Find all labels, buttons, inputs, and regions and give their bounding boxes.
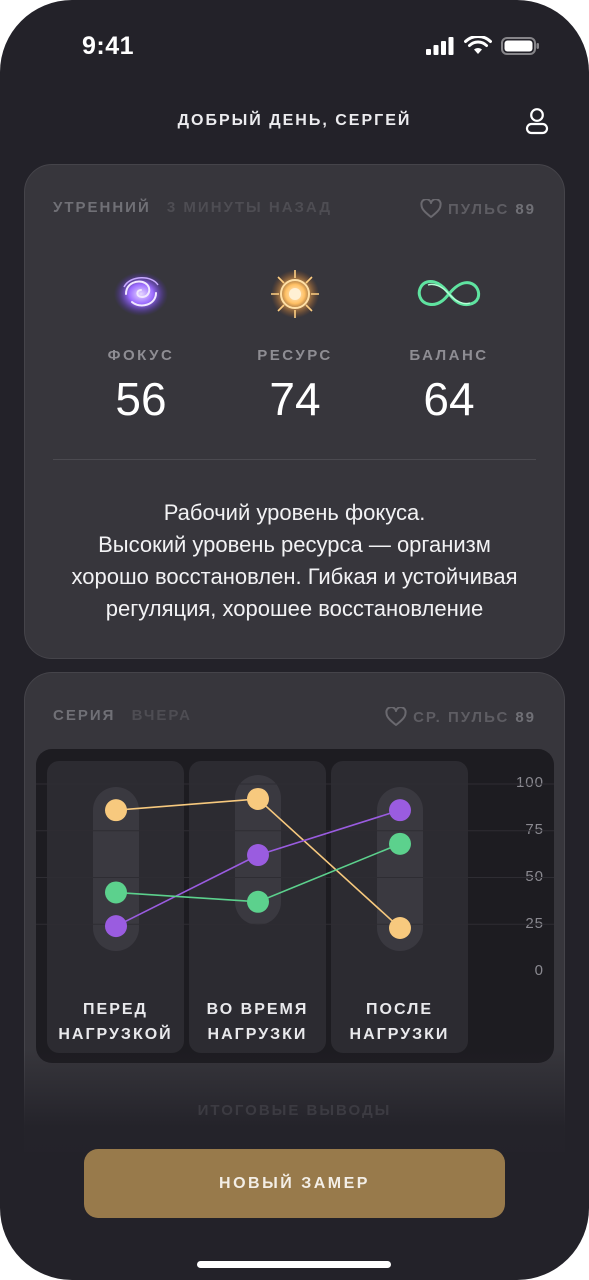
metric-focus-value: 56: [115, 373, 167, 425]
home-indicator: [197, 1261, 391, 1268]
data-point-balance: [105, 881, 127, 904]
metric-focus: ФОКУС 56: [61, 265, 221, 426]
focus-brain-icon: [114, 272, 168, 316]
phone-screen: 9:41 ДОБРЫЙ ДЕНЬ, СЕРГЕЙ УТРЕННИЙ 3 МИНУ…: [0, 0, 589, 1280]
summary-line: хорошо восстановлен. Гибкая и устойчивая: [71, 564, 518, 589]
greeting-title: ДОБРЫЙ ДЕНЬ, СЕРГЕЙ: [177, 112, 412, 129]
data-point-focus: [389, 799, 411, 822]
metric-resource-value: 74: [269, 373, 321, 425]
resource-sun-icon: [271, 270, 319, 318]
morning-measurement-card[interactable]: УТРЕННИЙ 3 МИНУТЫ НАЗАД ПУЛЬС 89 ФОКУС 5…: [24, 164, 565, 659]
series-chart: ПЕРЕД НАГРУЗКОЙ ВО ВРЕМЯ НАГРУЗКИ ПОСЛЕ …: [36, 749, 554, 1063]
series-card-header: СЕРИЯ ВЧЕРА СР. ПУЛЬС 89: [53, 707, 536, 729]
data-point-resource: [389, 916, 411, 939]
summary-line: Рабочий уровень фокуса.: [163, 500, 426, 525]
status-time: 9:41: [82, 32, 135, 60]
metric-resource: РЕСУРС 74: [215, 265, 375, 426]
cellular-signal-icon: [426, 37, 454, 55]
summary-text: Рабочий уровень фокуса. Высокий уровень …: [45, 497, 544, 625]
data-point-focus: [105, 915, 127, 938]
metric-balance: БАЛАНС 64: [369, 265, 529, 426]
series-pulse: СР. ПУЛЬС 89: [385, 707, 536, 727]
metric-resource-label: РЕСУРС: [257, 347, 333, 364]
data-point-balance: [389, 832, 411, 855]
heart-icon: [385, 707, 407, 726]
wifi-icon: [464, 36, 492, 54]
summary-line: Высокий уровень ресурса — организм: [98, 532, 491, 557]
series-card-title: СЕРИЯ: [53, 707, 116, 724]
data-point-resource: [105, 799, 127, 822]
conclusions-label: ИТОГОВЫЕ ВЫВОДЫ: [197, 1102, 392, 1119]
metric-balance-value: 64: [423, 373, 475, 425]
profile-icon[interactable]: [522, 106, 552, 136]
pulse-label: ПУЛЬС: [448, 200, 510, 218]
morning-pulse: ПУЛЬС 89: [420, 199, 536, 219]
morning-card-header: УТРЕННИЙ 3 МИНУТЫ НАЗАД ПУЛЬС 89: [53, 199, 536, 221]
avg-pulse-label: СР. ПУЛЬС: [413, 708, 510, 726]
balance-infinity-icon: [417, 280, 481, 307]
morning-card-title: УТРЕННИЙ: [53, 199, 151, 216]
pulse-value: 89: [515, 200, 536, 218]
metric-focus-label: ФОКУС: [107, 347, 175, 364]
status-icons: [425, 36, 541, 56]
data-point-resource: [247, 787, 269, 810]
data-point-balance: [247, 890, 269, 913]
series-card-day: ВЧЕРА: [131, 707, 192, 724]
new-measure-button[interactable]: НОВЫЙ ЗАМЕР: [84, 1149, 505, 1218]
metrics-row: ФОКУС 56 РЕСУРС 74 БАЛАНС 64: [25, 265, 564, 435]
summary-line: регуляция, хорошее восстановление: [105, 596, 484, 621]
heart-icon: [420, 199, 442, 218]
avg-pulse-value: 89: [515, 708, 536, 726]
metric-balance-label: БАЛАНС: [409, 347, 489, 364]
battery-icon: [501, 37, 539, 55]
card-divider: [53, 459, 536, 460]
series-chart-plot: [36, 783, 554, 939]
morning-card-time: 3 МИНУТЫ НАЗАД: [166, 199, 333, 216]
data-point-focus: [247, 844, 269, 867]
